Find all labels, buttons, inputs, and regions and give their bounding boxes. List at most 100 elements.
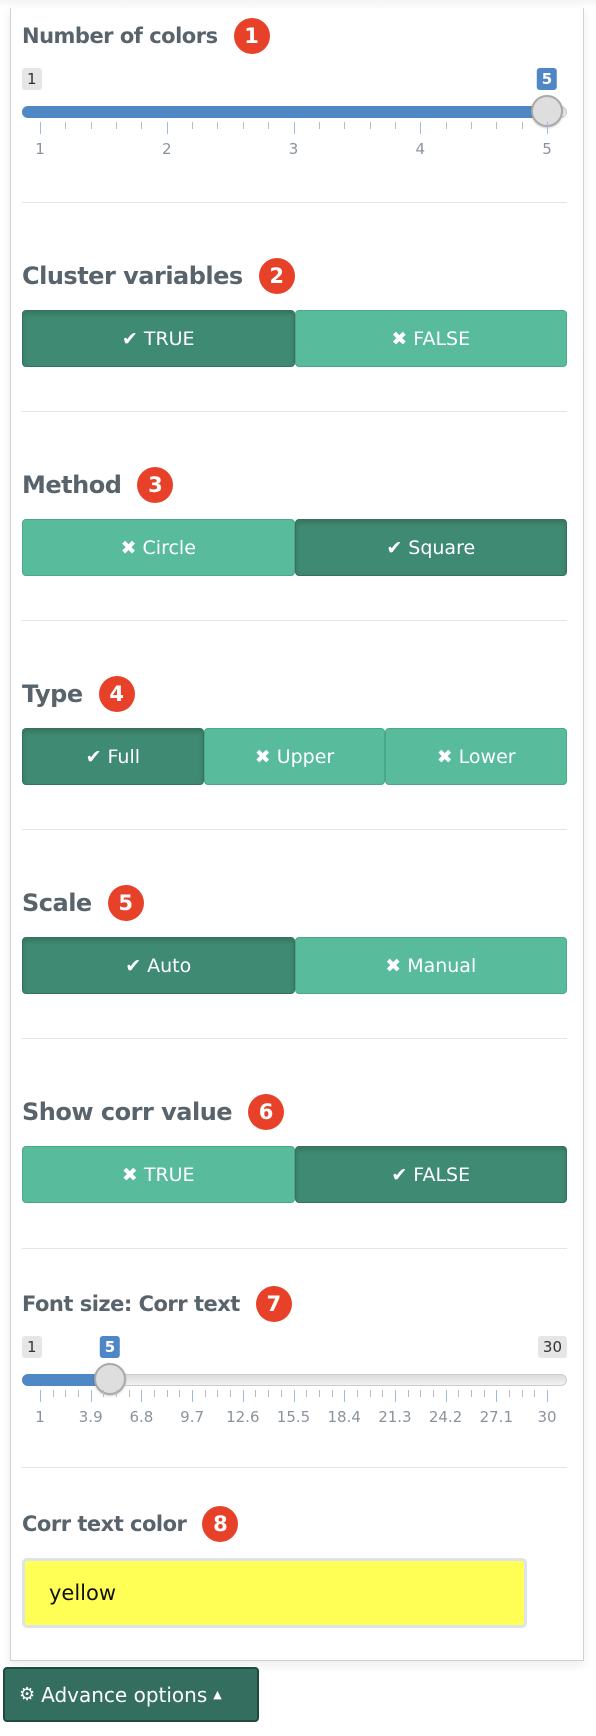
corr-text-color-section: Corr text color 8 yellow (22, 1504, 567, 1628)
minor-tick (496, 122, 498, 129)
minor-tick (394, 122, 396, 129)
section-title: Show corr value 6 (22, 1092, 567, 1132)
check-icon: ✔ (386, 536, 403, 559)
divider (22, 411, 567, 412)
minor-tick (242, 122, 244, 129)
corr-text-color-input[interactable]: yellow (22, 1558, 527, 1628)
option-circle-button[interactable]: ✖ Circle (22, 519, 295, 576)
option-true-button[interactable]: ✔ TRUE (22, 310, 295, 367)
slider-value-label: 5 (99, 1336, 121, 1358)
font-size-section: Font size: Corr text 7 1 30 5 1 3.9 6.8 9.7 1… (22, 1284, 567, 1438)
minor-tick (128, 1390, 130, 1397)
badge-3: 3 (137, 467, 174, 503)
option-false-button[interactable]: ✖ FALSE (294, 310, 567, 367)
minor-tick (65, 122, 67, 129)
major-tick (192, 1390, 194, 1402)
section-title: Cluster variables 2 (22, 256, 567, 296)
option-label: Square (408, 536, 476, 559)
tick-label: 21.3 (378, 1408, 412, 1426)
badge-2: 2 (258, 258, 295, 294)
title-text: Corr text color (22, 1512, 187, 1536)
title-text: Show corr value (22, 1098, 233, 1126)
major-tick (547, 122, 548, 134)
badge-7: 7 (255, 1286, 292, 1322)
title-text: Type (22, 680, 83, 708)
major-tick (141, 1390, 143, 1402)
times-icon: ✖ (120, 536, 137, 559)
slider-fill (22, 106, 547, 118)
option-lower-button[interactable]: ✖ Lower (385, 728, 568, 785)
check-icon: ✔ (391, 1163, 408, 1186)
tick-label: 18.4 (327, 1408, 361, 1426)
minor-tick (306, 1390, 308, 1397)
major-tick (40, 1390, 41, 1402)
minor-tick (420, 1390, 422, 1397)
tick-label: 12.6 (226, 1408, 260, 1426)
minor-tick (255, 1390, 257, 1397)
tick-label: 6.8 (129, 1408, 154, 1426)
option-full-button[interactable]: ✔ Full (22, 728, 204, 785)
times-icon: ✖ (436, 745, 453, 768)
tick-label: 15.5 (276, 1408, 311, 1426)
number-of-colors-section: Number of colors 1 1 5 1 2 3 4 5 (22, 16, 567, 170)
major-tick (445, 1390, 447, 1402)
minor-tick (521, 1390, 523, 1397)
check-icon: ✔ (125, 954, 142, 977)
option-label: Lower (458, 745, 516, 768)
tick-label: 1 (35, 1408, 45, 1426)
badge-6: 6 (248, 1094, 285, 1130)
minor-tick (356, 1390, 358, 1397)
divider (22, 620, 567, 621)
tick-label: 1 (35, 140, 45, 158)
method-toggle: ✖ Circle ✔ Square (22, 519, 567, 576)
slider-handle[interactable] (93, 1363, 126, 1395)
minor-tick (103, 1390, 105, 1397)
option-true-button[interactable]: ✖ TRUE (22, 1146, 295, 1203)
minor-tick (534, 1390, 536, 1397)
minor-tick (470, 1390, 472, 1397)
type-section: Type 4 ✔ Full ✖ Upper ✖ Lower (22, 674, 568, 785)
minor-tick (217, 1390, 219, 1397)
option-upper-button[interactable]: ✖ Upper (203, 728, 386, 785)
minor-tick (369, 1390, 371, 1397)
minor-tick (318, 122, 320, 129)
option-square-button[interactable]: ✔ Square (294, 519, 567, 576)
minor-tick (90, 122, 92, 129)
option-auto-button[interactable]: ✔ Auto (22, 937, 295, 994)
gears-icon: ⚙ (19, 1684, 36, 1705)
advance-options-button[interactable]: ⚙ Advance options ▲ (3, 1667, 259, 1722)
section-title: Number of colors 1 (22, 16, 567, 56)
option-label: FALSE (413, 327, 471, 350)
times-icon: ✖ (254, 745, 271, 768)
tick-label: 30 (537, 1408, 557, 1426)
times-icon: ✖ (391, 327, 408, 350)
option-label: TRUE (143, 327, 195, 350)
method-section: Method 3 ✖ Circle ✔ Square (22, 465, 567, 576)
advance-options-label: Advance options (41, 1682, 208, 1707)
minor-tick (78, 1390, 80, 1397)
minor-tick (116, 122, 118, 129)
option-manual-button[interactable]: ✖ Manual (294, 937, 567, 994)
show-corr-value-section: Show corr value 6 ✖ TRUE ✔ FALSE (22, 1092, 567, 1203)
divider (22, 1467, 567, 1468)
font-size-slider[interactable]: 1 30 5 1 3.9 6.8 9.7 12.6 15.5 18.4 21.3 24.2 27.… (22, 1328, 567, 1438)
section-title: Corr text color 8 (22, 1504, 567, 1544)
major-tick (293, 122, 295, 134)
title-text: Cluster variables (22, 262, 243, 290)
major-tick (547, 1390, 548, 1402)
minor-tick (470, 122, 472, 129)
minor-tick (268, 122, 270, 129)
minor-tick (483, 1390, 485, 1397)
caret-up-icon: ▲ (213, 1688, 222, 1701)
tick-label: 9.7 (180, 1408, 205, 1426)
number-of-colors-slider[interactable]: 1 5 1 2 3 4 5 (22, 60, 567, 170)
minor-tick (280, 1390, 282, 1397)
tick-label: 3 (288, 140, 299, 158)
option-false-button[interactable]: ✔ FALSE (294, 1146, 567, 1203)
minor-tick (432, 1390, 434, 1397)
minor-tick (331, 1390, 333, 1397)
slider-value-label: 5 (536, 68, 558, 90)
cluster-variables-toggle: ✔ TRUE ✖ FALSE (22, 310, 567, 367)
section-title: Method 3 (22, 465, 567, 505)
option-label: Manual (407, 954, 477, 977)
